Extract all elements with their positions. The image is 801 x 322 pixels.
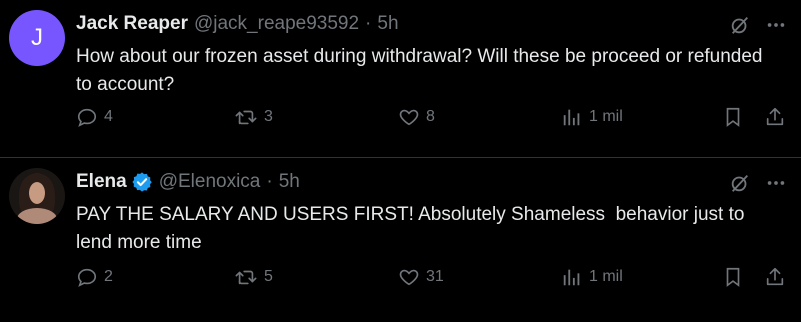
grok-icon[interactable] [729, 172, 751, 194]
bookmark-icon [722, 266, 744, 288]
display-name[interactable]: Elena [76, 170, 127, 194]
tweet-text: PAY THE SALARY AND USERS FIRST! Absolute… [76, 204, 750, 253]
views-icon [561, 266, 583, 288]
reply-feed: J Jack Reaper @jack_reape93592 · 5h How … [0, 0, 801, 322]
avatar-face [29, 182, 45, 204]
avatar-letter: J [31, 24, 43, 51]
more-icon[interactable] [765, 172, 787, 194]
retweet-count: 5 [264, 268, 273, 285]
like-icon [398, 266, 420, 288]
retweet-icon [234, 266, 258, 288]
bookmark-button[interactable] [722, 106, 744, 128]
timestamp[interactable]: 5h [279, 170, 300, 194]
more-icon[interactable] [765, 14, 787, 36]
separator-dot: · [266, 171, 273, 192]
like-count: 8 [426, 108, 435, 125]
reply-icon [76, 106, 98, 128]
like-icon [398, 106, 420, 128]
grok-icon[interactable] [729, 14, 751, 36]
timestamp[interactable]: 5h [377, 12, 398, 36]
user-handle[interactable]: @Elenoxica [159, 170, 261, 194]
like-count: 31 [426, 268, 444, 285]
tweet-text: How about our frozen asset during withdr… [76, 46, 768, 95]
views-button[interactable]: 1 mil [561, 266, 623, 288]
share-button[interactable] [764, 106, 786, 128]
reply-button[interactable]: 2 [76, 266, 113, 288]
separator-dot: · [365, 13, 372, 34]
reply-button[interactable]: 4 [76, 106, 113, 128]
retweet-button[interactable]: 5 [234, 266, 273, 288]
tweet-top-icons [729, 14, 787, 36]
views-count: 1 mil [589, 108, 623, 125]
display-name[interactable]: Jack Reaper [76, 12, 188, 36]
verified-badge-icon [131, 171, 153, 193]
retweet-button[interactable]: 3 [234, 106, 273, 128]
reply-icon [76, 266, 98, 288]
avatar[interactable] [9, 168, 65, 224]
share-button[interactable] [764, 266, 786, 288]
like-button[interactable]: 8 [398, 106, 435, 128]
reply-count: 4 [104, 108, 113, 125]
like-button[interactable]: 31 [398, 266, 444, 288]
share-icon [764, 106, 786, 128]
tweet-header: Jack Reaper @jack_reape93592 · 5h [76, 12, 399, 36]
retweet-count: 3 [264, 108, 273, 125]
reply-count: 2 [104, 268, 113, 285]
avatar-shoulder [17, 208, 57, 224]
views-button[interactable]: 1 mil [561, 106, 623, 128]
bookmark-button[interactable] [722, 266, 744, 288]
bookmark-icon [722, 106, 744, 128]
tweet[interactable]: Elena @Elenoxica · 5h PAY THE SALARY AND… [0, 158, 801, 322]
user-handle[interactable]: @jack_reape93592 [194, 12, 359, 36]
views-count: 1 mil [589, 268, 623, 285]
tweet-header: Elena @Elenoxica · 5h [76, 170, 300, 194]
tweet-top-icons [729, 172, 787, 194]
views-icon [561, 106, 583, 128]
avatar[interactable]: J [9, 10, 65, 66]
share-icon [764, 266, 786, 288]
retweet-icon [234, 106, 258, 128]
tweet[interactable]: J Jack Reaper @jack_reape93592 · 5h How … [0, 0, 801, 158]
